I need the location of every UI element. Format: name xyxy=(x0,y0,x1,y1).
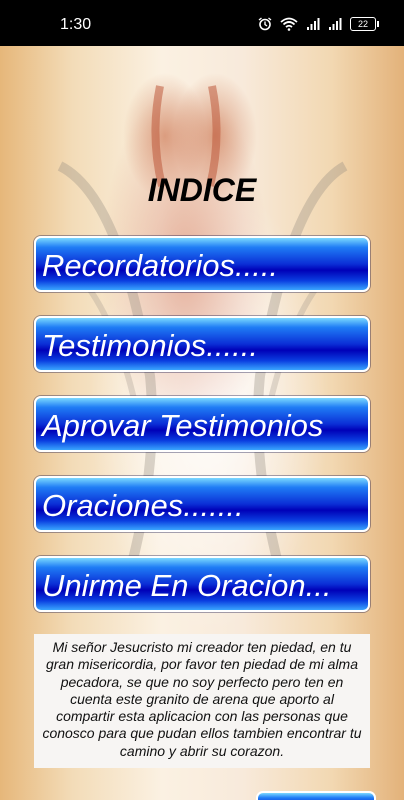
unirme-en-oracion-button[interactable]: Unirme En Oracion... xyxy=(34,556,370,612)
battery-level: 22 xyxy=(357,19,368,29)
recordatorios-button[interactable]: Recordatorios..... xyxy=(34,236,370,292)
button-label: Aprovar Testimonios xyxy=(42,408,324,443)
status-icons: 22 xyxy=(258,14,379,34)
button-label: Testimonios...... xyxy=(42,328,258,363)
prayer-text: Mi señor Jesucristo mi creador ten pieda… xyxy=(34,634,370,768)
testimonios-button[interactable]: Testimonios...... xyxy=(34,316,370,372)
signal-icon xyxy=(307,18,320,30)
button-label: Recordatorios..... xyxy=(42,248,279,283)
bottom-button-partial[interactable] xyxy=(256,791,376,800)
battery-icon: 22 xyxy=(350,17,379,31)
button-label: Oraciones....... xyxy=(42,488,244,523)
button-label: Unirme En Oracion... xyxy=(42,568,332,603)
app-screen: INDICE Recordatorios..... Testimonios...… xyxy=(0,46,404,800)
signal-icon xyxy=(329,18,342,30)
oraciones-button[interactable]: Oraciones....... xyxy=(34,476,370,532)
alarm-icon xyxy=(258,17,272,31)
status-bar: 1:30 22 xyxy=(0,0,404,46)
page-title: INDICE xyxy=(147,172,257,208)
status-time: 1:30 xyxy=(60,16,92,33)
aprovar-testimonios-button[interactable]: Aprovar Testimonios xyxy=(34,396,370,452)
wifi-icon xyxy=(280,17,298,31)
